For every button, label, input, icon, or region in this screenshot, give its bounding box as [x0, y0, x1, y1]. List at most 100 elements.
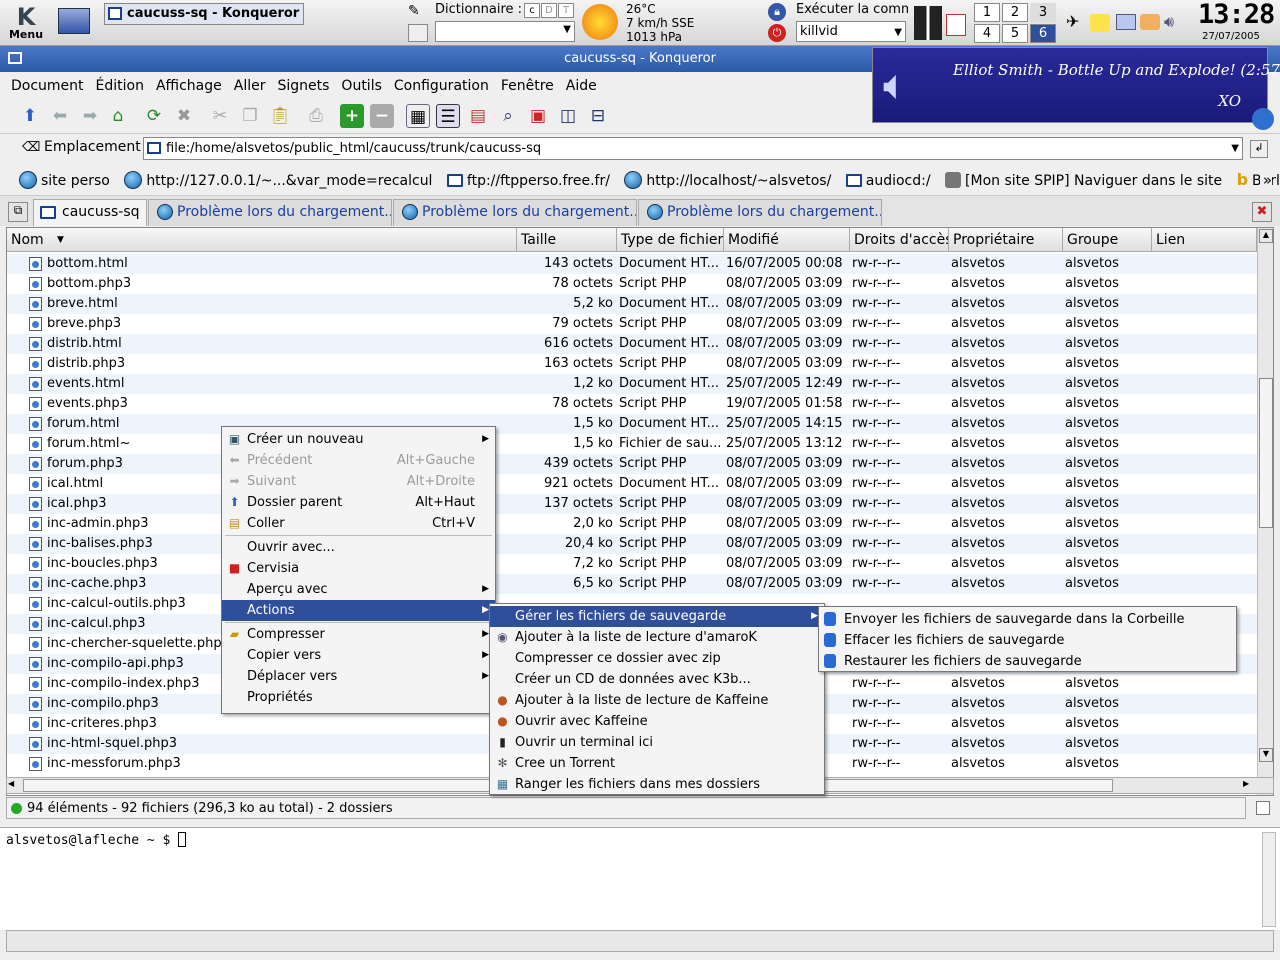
preview-view-icon[interactable]: ⌕: [496, 104, 520, 128]
col-groupe[interactable]: Groupe: [1063, 228, 1152, 252]
bookmark-audiocd[interactable]: audiocd:/: [841, 165, 936, 195]
home-icon[interactable]: ⌂: [106, 104, 130, 128]
close-tab-icon[interactable]: ✖: [1252, 202, 1272, 222]
split-horizontal-icon[interactable]: ⊟: [586, 104, 610, 128]
logout-icon[interactable]: ⏻: [768, 24, 786, 42]
reload-icon[interactable]: ⟳: [142, 104, 166, 128]
desktop-4[interactable]: 4: [974, 24, 1000, 43]
context-menu-item[interactable]: Aperçu avec ▶: [222, 579, 495, 600]
new-tab-icon[interactable]: ⧉: [8, 202, 28, 222]
table-row[interactable]: events.php3 78 octets Script PHP 19/07/2005…: [7, 394, 1257, 414]
menu-aide[interactable]: Aide: [560, 72, 603, 100]
table-row[interactable]: distrib.php3 163 octets Script PHP 08/07/20…: [7, 354, 1257, 374]
notes-icon[interactable]: [946, 14, 966, 36]
col-type[interactable]: Type de fichier: [617, 228, 724, 252]
up-arrow-icon[interactable]: ⬆: [18, 104, 42, 128]
actions-menu-item[interactable]: ✻ Cree un Torrent: [490, 753, 824, 774]
table-row[interactable]: ical.php3 137 octets Script PHP 08/07/2005 …: [7, 494, 1257, 514]
table-row[interactable]: inc-cache.php3 6,5 ko Script PHP 08/07/2005…: [7, 574, 1257, 594]
table-row[interactable]: events.html 1,2 ko Document HT... 25/07/200…: [7, 374, 1257, 394]
kmenu-button[interactable]: K Menu: [4, 4, 48, 42]
context-menu-item[interactable]: Ouvrir avec...: [222, 537, 495, 558]
systray-network-icon[interactable]: [1140, 14, 1160, 30]
table-row[interactable]: forum.html 1,5 ko Document HT... 25/07/2005…: [7, 414, 1257, 434]
dict-button-t[interactable]: T: [558, 3, 574, 18]
bookmark-localhost-alsvetos[interactable]: http://localhost/~alsvetos/: [619, 165, 836, 195]
scroll-left-icon[interactable]: ◀: [8, 779, 20, 788]
dict-small-box[interactable]: [408, 24, 428, 42]
col-taille[interactable]: Taille: [517, 228, 617, 252]
multicolumn-view-icon[interactable]: ▤: [466, 104, 490, 128]
backup-menu-item[interactable]: Effacer les fichiers de sauvegarde: [819, 630, 1236, 651]
tab-error-3[interactable]: Problème lors du chargement...: [638, 199, 882, 226]
dict-button-d[interactable]: D: [541, 3, 557, 18]
terminal-scrollbar[interactable]: [1262, 832, 1276, 927]
back-arrow-icon[interactable]: ⬅: [48, 104, 72, 128]
pen-icon[interactable]: ✎: [408, 3, 428, 21]
copy-icon[interactable]: ❐: [238, 104, 262, 128]
stop-icon[interactable]: ✖: [172, 104, 196, 128]
col-lien[interactable]: Lien: [1152, 228, 1257, 252]
context-menu-item[interactable]: Copier vers ▶: [222, 645, 495, 666]
cut-icon[interactable]: ✂: [208, 104, 232, 128]
desktop-6[interactable]: 6: [1030, 24, 1056, 43]
tab-error-1[interactable]: Problème lors du chargement...: [148, 199, 392, 226]
actions-menu-item[interactable]: ▦ Ranger les fichiers dans mes dossiers: [490, 774, 824, 795]
menu-affichage[interactable]: Affichage: [150, 72, 228, 100]
run-input[interactable]: killvid ▼: [796, 21, 906, 42]
window-icon[interactable]: [8, 52, 22, 64]
clock[interactable]: 13:28: [1198, 0, 1275, 30]
context-menu-item[interactable]: ▣ Créer un nouveau ▶: [222, 429, 495, 450]
show-desktop-icon[interactable]: [58, 8, 90, 34]
scroll-right-icon[interactable]: ▶: [1243, 779, 1255, 788]
actions-menu-item[interactable]: ◉ Ajouter à la liste de lecture d'amaroK: [490, 627, 824, 648]
backup-menu-item[interactable]: Restaurer les fichiers de sauvegarde: [819, 651, 1236, 672]
desktop-1[interactable]: 1: [974, 3, 1000, 22]
scroll-down-icon[interactable]: ▼: [1259, 748, 1273, 762]
forward-arrow-icon[interactable]: ➡: [78, 104, 102, 128]
chevron-down-icon[interactable]: ▼: [1231, 138, 1239, 159]
more-bookmarks-icon[interactable]: »: [1259, 164, 1272, 195]
table-row[interactable]: distrib.html 616 octets Document HT... 08/0…: [7, 334, 1257, 354]
context-menu-item[interactable]: ⬆ Dossier parent Alt+Haut: [222, 492, 495, 513]
actions-menu-item[interactable]: ● Ajouter à la liste de lecture de Kaffei…: [490, 690, 824, 711]
desktop-5[interactable]: 5: [1002, 24, 1028, 43]
bookmark-spip[interactable]: [Mon site SPIP] Naviguer dans le site: [940, 165, 1227, 195]
bookmark-site-perso[interactable]: site perso: [14, 165, 115, 195]
menu-outils[interactable]: Outils: [335, 72, 387, 100]
bookmark-localhost-recalcul[interactable]: http://127.0.0.1/~...&var_mode=recalcul: [119, 165, 437, 195]
go-icon[interactable]: ↲: [1250, 140, 1268, 158]
lock-icon[interactable]: 🔒︎: [768, 3, 786, 21]
dict-input[interactable]: ▼: [435, 21, 575, 42]
table-row[interactable]: breve.php3 79 octets Script PHP 08/07/2005 …: [7, 314, 1257, 334]
col-droits[interactable]: Droits d'accès: [850, 228, 949, 252]
actions-menu-item[interactable]: ▮ Ouvrir un terminal ici: [490, 732, 824, 753]
table-row[interactable]: inc-balises.php3 20,4 ko Script PHP 08/07/2…: [7, 534, 1257, 554]
detail-view-icon[interactable]: ☰: [436, 104, 460, 128]
col-nom[interactable]: Nom ▼: [7, 228, 517, 252]
table-row[interactable]: ical.html 921 octets Document HT... 08/07/2…: [7, 474, 1257, 494]
bookmark-berlios[interactable]: bBerliOS Develop: [1232, 164, 1280, 195]
menu-configuration[interactable]: Configuration: [388, 72, 495, 100]
terminal-panel[interactable]: alsvetos@lafleche ~ $: [0, 827, 1280, 930]
menu-signets[interactable]: Signets: [271, 72, 335, 100]
status-checkbox[interactable]: [1256, 801, 1270, 815]
desktop-3[interactable]: 3: [1030, 3, 1056, 22]
systray-mail-icon[interactable]: [1116, 14, 1136, 30]
context-menu-item[interactable]: Déplacer vers ▶: [222, 666, 495, 687]
scroll-up-icon[interactable]: ▲: [1259, 229, 1273, 243]
menu-fenetre[interactable]: Fenêtre: [495, 72, 560, 100]
tab-caucuss-sq[interactable]: caucuss-sq: [33, 199, 147, 226]
actions-menu-item[interactable]: Créer un CD de données avec K3b...: [490, 669, 824, 690]
scrollbar-thumb[interactable]: [1259, 378, 1273, 528]
task-button[interactable]: caucuss-sq - Konqueror: [104, 3, 304, 25]
col-proprietaire[interactable]: Propriétaire: [949, 228, 1063, 252]
table-row[interactable]: bottom.html 143 octets Document HT... 16/07…: [7, 254, 1257, 274]
info-view-icon[interactable]: ▣: [526, 104, 550, 128]
systray-volume-icon[interactable]: 🔊︎: [1164, 12, 1186, 32]
tab-error-2[interactable]: Problème lors du chargement...: [393, 199, 637, 226]
vertical-scrollbar[interactable]: ▲ ▼: [1257, 228, 1273, 795]
table-row[interactable]: inc-admin.php3 2,0 ko Script PHP 08/07/2005…: [7, 514, 1257, 534]
paste-icon[interactable]: 📋︎: [268, 104, 292, 128]
table-row[interactable]: breve.html 5,2 ko Document HT... 08/07/2005…: [7, 294, 1257, 314]
